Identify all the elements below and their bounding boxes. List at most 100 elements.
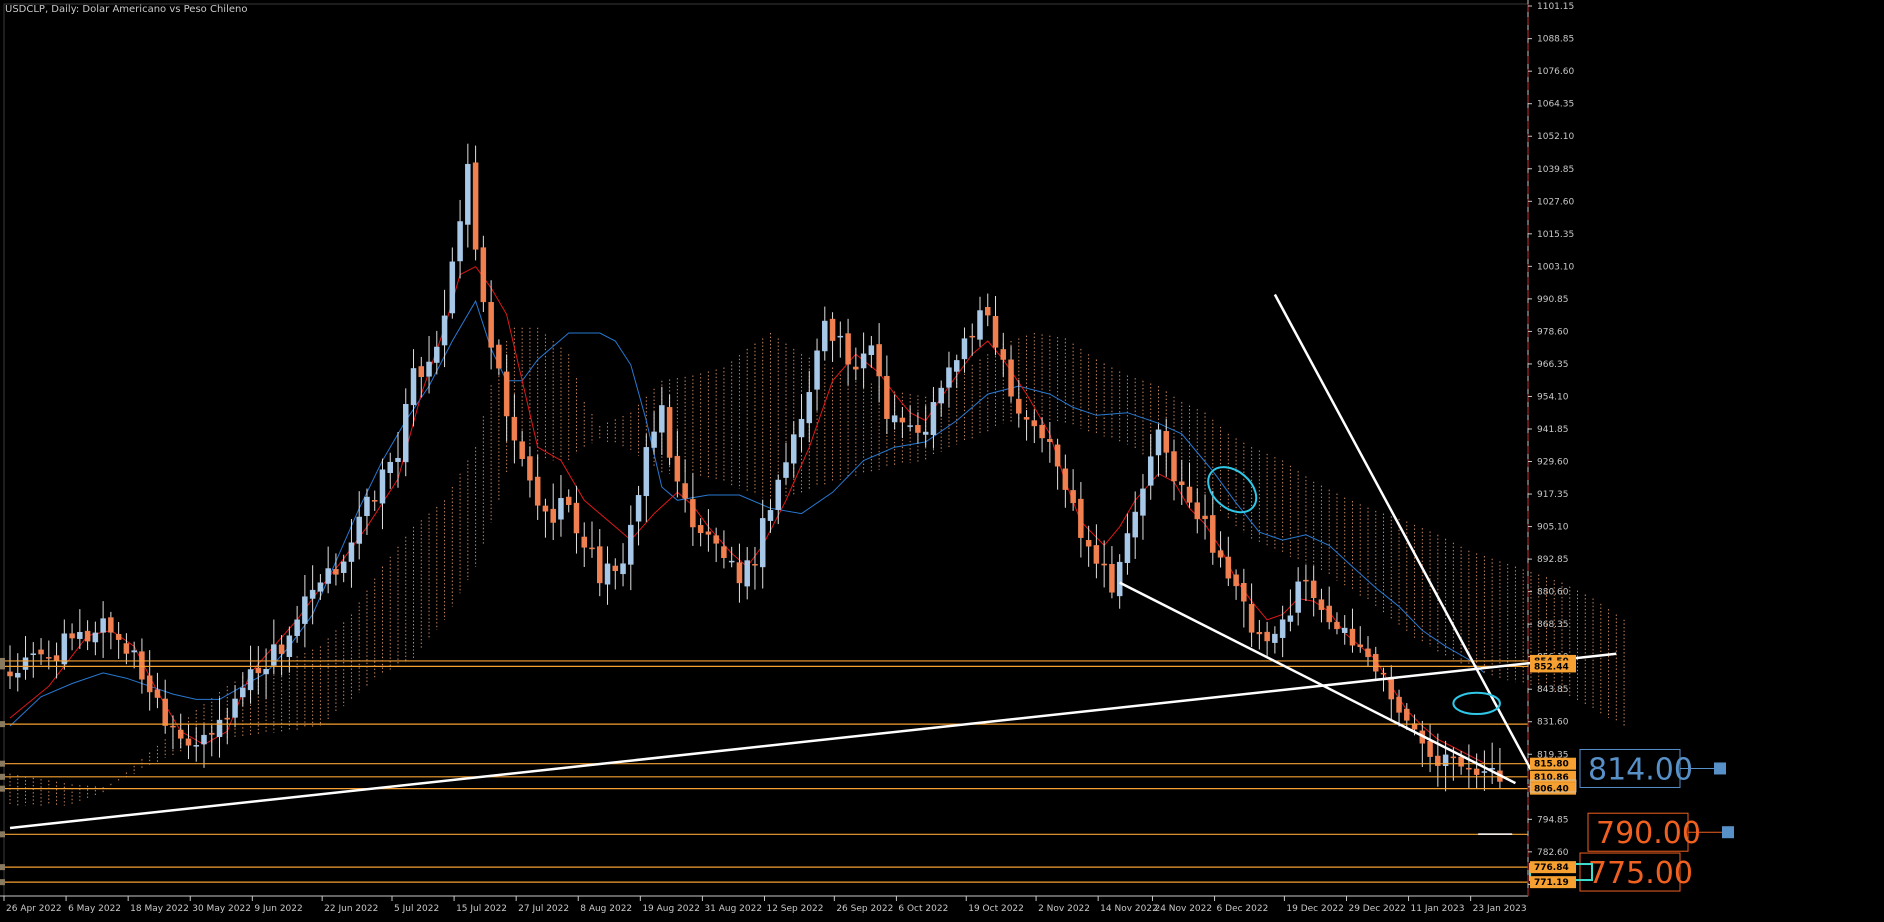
- price-tick-label: 1064.35: [1537, 100, 1574, 110]
- candle-body: [1070, 490, 1076, 504]
- candle-body: [814, 350, 820, 390]
- candle-body: [837, 335, 844, 338]
- candle-body: [123, 643, 130, 654]
- candle-body: [1318, 599, 1325, 610]
- candle-body: [379, 469, 386, 504]
- candle-body: [286, 635, 293, 657]
- candle-body: [387, 461, 393, 474]
- candle-body: [278, 644, 285, 654]
- candle-body: [255, 667, 262, 674]
- time-tick-label: 11 Jan 2023: [1411, 904, 1465, 914]
- candle-body: [1031, 420, 1038, 427]
- candle-body: [496, 344, 502, 369]
- time-tick-label: 27 Jul 2022: [518, 904, 569, 914]
- time-tick-label: 19 Aug 2022: [642, 904, 700, 914]
- candle-body: [829, 318, 836, 341]
- price-tick-label: 794.85: [1537, 815, 1569, 825]
- price-level-tag-label: 852.44: [1534, 662, 1569, 672]
- price-tick-label: 990.85: [1537, 295, 1569, 305]
- price-tick-label: 1101.15: [1537, 2, 1574, 12]
- price-tick-label: 978.60: [1537, 327, 1569, 337]
- candle-body: [775, 479, 781, 510]
- time-tick-label: 24 Nov 2022: [1154, 904, 1212, 914]
- candle-body: [263, 669, 269, 675]
- time-tick-label: 6 May 2022: [68, 904, 121, 914]
- time-tick-label: 9 Jun 2022: [254, 904, 302, 914]
- candle-body: [1179, 481, 1185, 485]
- price-label-text: 814.00: [1588, 752, 1693, 787]
- candle-body: [1039, 424, 1045, 439]
- candle-body: [77, 631, 83, 639]
- candle-body: [682, 483, 688, 499]
- candle[interactable]: [472, 145, 479, 261]
- candle-body: [395, 457, 401, 462]
- candle-body: [1210, 515, 1216, 553]
- candle-body: [247, 669, 254, 691]
- candle-body: [876, 344, 882, 377]
- candle-body: [713, 535, 719, 544]
- price-tick-label: 880.60: [1537, 588, 1569, 598]
- price-tick-label: 941.85: [1537, 425, 1569, 435]
- candle-body: [1334, 621, 1340, 630]
- candle-body: [325, 568, 331, 584]
- candle-body: [15, 672, 21, 678]
- candle-body: [340, 561, 347, 573]
- candle-body: [61, 633, 68, 665]
- candle-body: [1016, 398, 1022, 414]
- price-tick-label: 954.10: [1537, 392, 1569, 402]
- candle-body: [511, 416, 518, 441]
- candle-body: [1124, 533, 1131, 563]
- candle-body: [457, 221, 463, 262]
- time-tick-label: 19 Oct 2022: [968, 904, 1024, 914]
- time-tick-label: 29 Dec 2022: [1348, 904, 1406, 914]
- time-tick-label: 19 Dec 2022: [1286, 904, 1344, 914]
- candle-body: [317, 582, 324, 592]
- price-level-tag-label: 771.19: [1534, 878, 1569, 888]
- candle-body: [977, 310, 983, 340]
- candle-body: [1171, 451, 1177, 482]
- candle-body: [1233, 574, 1239, 587]
- price-tick-label: 1088.85: [1537, 35, 1574, 45]
- price-level-tag-label: 810.86: [1534, 773, 1569, 783]
- candle-body: [1194, 502, 1201, 520]
- candle-body: [1310, 580, 1317, 599]
- candle-body: [690, 499, 696, 528]
- candle-body: [1109, 563, 1115, 593]
- price-tick-label: 1015.35: [1537, 230, 1574, 240]
- level-anchor: [0, 864, 5, 871]
- candle-body: [643, 447, 650, 497]
- candle-body: [659, 405, 665, 433]
- candle-body: [527, 456, 533, 481]
- candle-body: [1427, 740, 1433, 757]
- chart-window: USDCLP, Daily: Dolar Americano vs Peso C…: [0, 0, 1884, 922]
- candle-body: [1093, 545, 1100, 564]
- candle-body: [1326, 605, 1332, 623]
- price-chart[interactable]: USDCLP, Daily: Dolar Americano vs Peso C…: [0, 0, 1884, 922]
- candle-body: [915, 425, 921, 433]
- candle-body: [1303, 579, 1309, 582]
- candle-body: [356, 516, 362, 544]
- level-anchor: [0, 879, 5, 886]
- time-tick-label: 22 Jun 2022: [324, 904, 378, 914]
- candle-body: [721, 546, 727, 558]
- candle-body: [348, 542, 355, 562]
- candle-body: [1054, 444, 1061, 467]
- candle-body: [604, 563, 611, 585]
- candle-body: [992, 316, 999, 348]
- candle-body: [1085, 539, 1092, 547]
- price-level-tag-label: 815.80: [1534, 760, 1569, 770]
- candle-body: [791, 434, 797, 464]
- candle-body: [1396, 696, 1402, 713]
- candle-body: [938, 387, 944, 404]
- candle-body: [550, 508, 556, 523]
- candle-body: [1458, 756, 1464, 767]
- candle-body: [449, 261, 456, 314]
- candle-body: [961, 338, 968, 360]
- candle-body: [759, 518, 766, 568]
- candle-body: [1023, 417, 1030, 420]
- time-tick-label: 2 Nov 2022: [1038, 904, 1090, 914]
- candle-body: [1132, 511, 1138, 538]
- candle-body: [418, 366, 425, 378]
- time-tick-label: 6 Oct 2022: [898, 904, 948, 914]
- candle-body: [240, 687, 246, 698]
